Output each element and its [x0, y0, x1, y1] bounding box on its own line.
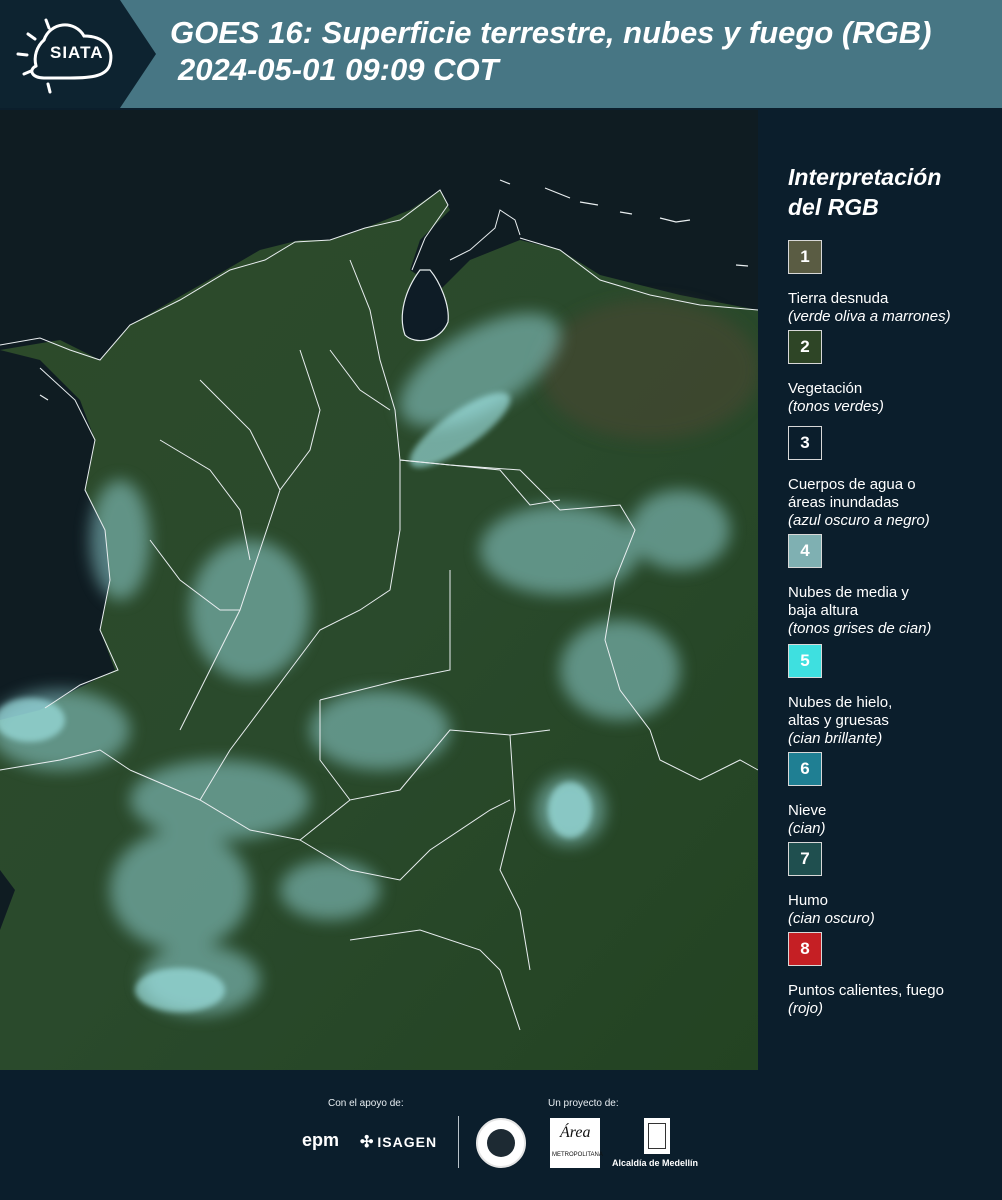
- epm-logo: epm: [302, 1130, 340, 1150]
- legend-swatch: 5: [788, 644, 822, 678]
- legend-sublabel: (rojo): [788, 1000, 824, 1017]
- legend-label-line-1: Puntos calientes, fuego: [788, 982, 944, 999]
- legend-label-line-1: Vegetación: [788, 380, 863, 397]
- medellin-text: Alcaldía de Medellín: [612, 1158, 699, 1168]
- legend-label-line-1: Tierra desnuda: [788, 290, 889, 307]
- legend-title: Interpretación del RGB: [788, 162, 941, 222]
- medellin-shield-icon: [644, 1118, 670, 1154]
- legend-sublabel: (tonos verdes): [788, 398, 884, 415]
- legend-label: Vegetación: [788, 380, 998, 398]
- antioquia-seal-icon: [476, 1118, 526, 1168]
- logo-text: SIATA: [50, 43, 104, 62]
- area-script: Área: [560, 1124, 591, 1141]
- legend-label-line-2: baja altura: [788, 602, 859, 619]
- legend-title-line-2: del RGB: [788, 194, 879, 220]
- legend-label-line-2: altas y gruesas: [788, 712, 889, 729]
- legend-sublabel: (cian brillante): [788, 730, 883, 747]
- area-text: METROPOLITANA: [552, 1152, 603, 1158]
- legend-label-line-1: Cuerpos de agua o: [788, 476, 916, 493]
- legend-swatch: 7: [788, 842, 822, 876]
- legend-swatch: 8: [788, 932, 822, 966]
- medellin-shield-inner: [648, 1123, 666, 1149]
- footer-divider: [458, 1116, 459, 1168]
- legend-label-line-1: Nubes de media y: [788, 584, 909, 601]
- legend-swatch: 3: [788, 426, 822, 460]
- legend-swatch: 4: [788, 534, 822, 568]
- legend-item-3: 3 Cuerpos de agua o áreas inundadas (azul o…: [788, 426, 998, 530]
- legend-item-2: 2 Vegetación (tonos verdes): [788, 330, 998, 416]
- legend-swatch: 2: [788, 330, 822, 364]
- legend-item-6: 6 Nieve (cian): [788, 752, 998, 838]
- legend-swatch: 6: [788, 752, 822, 786]
- isagen-text: ISAGEN: [377, 1134, 438, 1150]
- legend-item-1: 1 Tierra desnuda (verde oliva a marrones): [788, 240, 998, 326]
- isagen-logo: ✣ ISAGEN: [360, 1132, 437, 1152]
- legend-item-4: 4 Nubes de media y baja altura (tonos grise…: [788, 534, 998, 638]
- legend-panel: Interpretación del RGB 1 Tierra desnuda (v…: [760, 110, 1002, 1070]
- legend-sublabel: (tonos grises de cian): [788, 620, 932, 637]
- legend-label-line-2: áreas inundadas: [788, 494, 899, 511]
- isagen-icon: ✣: [360, 1134, 375, 1151]
- satellite-map: [0, 110, 758, 1070]
- legend-sublabel: (cian): [788, 820, 826, 837]
- legend-sublabel: (cian oscuro): [788, 910, 875, 927]
- legend-swatch: 1: [788, 240, 822, 274]
- project-label: Un proyecto de:: [548, 1098, 619, 1109]
- legend-sublabel: (verde oliva a marrones): [788, 308, 951, 325]
- legend-label-line-1: Nieve: [788, 802, 827, 819]
- legend-label: Puntos calientes, fuego: [788, 982, 998, 1000]
- legend-label: Nubes de hielo, altas y gruesas: [788, 694, 998, 730]
- legend-label: Humo: [788, 892, 998, 910]
- legend-label: Tierra desnuda: [788, 290, 998, 308]
- area-metropolitana-logo: Área METROPOLITANA: [550, 1118, 603, 1168]
- footer: Con el apoyo de: Un proyecto de: epm ✣ IS…: [0, 1070, 1002, 1200]
- legend-item-5: 5 Nubes de hielo, altas y gruesas (cian bri…: [788, 644, 998, 748]
- legend-label: Nubes de media y baja altura: [788, 584, 998, 620]
- legend-label-line-1: Humo: [788, 892, 829, 909]
- bare-land-patch: [540, 300, 758, 440]
- legend-label: Cuerpos de agua o áreas inundadas: [788, 476, 998, 512]
- legend-sublabel: (azul oscuro a negro): [788, 512, 930, 529]
- legend-title-line-1: Interpretación: [788, 164, 942, 190]
- seal-inner: [487, 1129, 515, 1157]
- legend-item-7: 7 Humo (cian oscuro): [788, 842, 998, 928]
- header: SIATA GOES 16: Superficie terrestre, nub…: [0, 0, 1002, 108]
- title-line-2: 2024-05-01 09:09 COT: [178, 52, 499, 87]
- page-title: GOES 16: Superficie terrestre, nubes y f…: [170, 14, 1000, 88]
- title-line-1: GOES 16: Superficie terrestre, nubes y f…: [170, 15, 932, 50]
- legend-item-8: 8 Puntos calientes, fuego (rojo): [788, 932, 998, 1018]
- legend-label: Nieve: [788, 802, 998, 820]
- support-label: Con el apoyo de:: [328, 1098, 404, 1109]
- legend-label-line-1: Nubes de hielo,: [788, 694, 893, 711]
